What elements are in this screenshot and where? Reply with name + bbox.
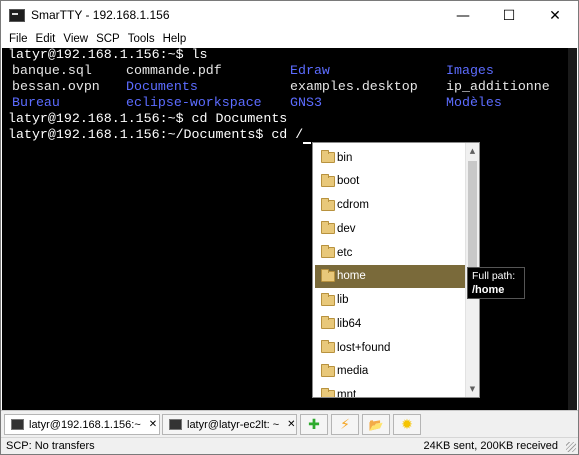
autocomplete-item-label: etc [337, 246, 353, 259]
status-bar: SCP: No transfers 24KB sent, 200KB recei… [1, 437, 578, 454]
open-folder-icon[interactable]: 📂 [362, 414, 390, 435]
autocomplete-item-label: media [337, 365, 369, 378]
autocomplete-item[interactable]: mnt [315, 384, 466, 398]
folder-icon [321, 173, 335, 187]
autocomplete-item[interactable]: lib [315, 289, 466, 312]
ls-entry: Bureau [12, 95, 60, 110]
ls-entry: Modèles [446, 95, 502, 110]
autocomplete-item-label: home [337, 270, 366, 283]
menu-view[interactable]: View [59, 33, 92, 45]
new-session-plus-icon[interactable]: ✚ [300, 414, 328, 435]
menu-help[interactable]: Help [159, 33, 191, 45]
scroll-down-arrow-icon[interactable]: ▼ [466, 382, 479, 396]
terminal-area[interactable]: latyr@192.168.1.156:~$ ls banque.sql comm… [2, 48, 577, 410]
autocomplete-item[interactable]: boot [315, 170, 466, 193]
folder-icon [321, 387, 335, 397]
ls-entry: GNS3 [290, 95, 322, 110]
ls-entry: examples.desktop [290, 79, 418, 94]
terminal-line-ls: latyr@192.168.1.156:~$ ls [8, 48, 208, 62]
window-title: SmarTTY - 192.168.1.156 [31, 8, 170, 22]
tab-close-icon[interactable]: ✕ [149, 419, 157, 430]
autocomplete-popup: bin boot cdrom dev etc home lib lib64 lost+found… [312, 142, 480, 398]
folder-icon [321, 197, 335, 211]
folder-icon [321, 292, 335, 306]
lightning-icon[interactable]: ⚡ [331, 414, 359, 435]
tab-label: latyr@latyr-ec2lt: ~ [187, 418, 280, 431]
maximize-button[interactable]: ☐ [486, 1, 532, 30]
autocomplete-item-label: dev [337, 222, 356, 235]
autocomplete-item[interactable]: lib64 [315, 312, 466, 335]
transfer-stats: 24KB sent, 200KB received [423, 440, 558, 452]
autocomplete-item-label: mnt [337, 389, 357, 398]
autocomplete-list: bin boot cdrom dev etc home lib lib64 lost+found… [313, 143, 466, 397]
ls-entry: commande.pdf [126, 63, 222, 78]
resize-grip-icon[interactable] [566, 442, 576, 452]
tooltip-label: Full path: [472, 270, 516, 282]
folder-icon [321, 363, 335, 377]
menu-file[interactable]: File [5, 33, 32, 45]
autocomplete-item-label: bin [337, 151, 353, 164]
folder-icon [321, 340, 335, 353]
tab-label: latyr@192.168.1.156:~ [29, 418, 141, 431]
tab-session-latyr-ec2lt[interactable]: latyr@latyr-ec2lt: ~ ✕ [162, 414, 297, 435]
settings-gear-icon[interactable]: ✹ [393, 414, 421, 435]
ls-entry: eclipse-workspace [126, 95, 262, 110]
folder-icon [321, 245, 335, 258]
folder-icon [321, 150, 335, 163]
ls-entry: banque.sql [12, 63, 92, 78]
scroll-up-arrow-icon[interactable]: ▲ [466, 144, 479, 158]
folder-icon [321, 268, 335, 282]
tab-session-192-168-1-156[interactable]: latyr@192.168.1.156:~ ✕ [4, 414, 160, 435]
ls-entry: bessan.ovpn [12, 79, 100, 94]
session-tab-bar: latyr@192.168.1.156:~ ✕ latyr@latyr-ec2l… [1, 410, 578, 437]
autocomplete-item[interactable]: media [315, 360, 466, 383]
terminal-icon [169, 419, 182, 430]
minimize-button[interactable]: — [440, 1, 486, 30]
ls-entry: ip_additionne [446, 79, 550, 94]
menu-tools[interactable]: Tools [124, 33, 159, 45]
autocomplete-item[interactable]: cdrom [315, 194, 466, 217]
autocomplete-item-label: boot [337, 175, 360, 188]
tab-close-icon[interactable]: ✕ [287, 419, 295, 430]
smartty-window: SmarTTY - 192.168.1.156 — ☐ ✕ File Edit … [0, 0, 579, 455]
terminal-line-cd-documents: latyr@192.168.1.156:~$ cd Documents [8, 111, 288, 126]
ls-entry: Images [446, 63, 494, 78]
text-cursor [303, 142, 311, 144]
terminal-app-icon [9, 9, 25, 22]
terminal-line-current-prompt: latyr@192.168.1.156:~/Documents$ cd / [8, 127, 304, 142]
terminal-scrollbar[interactable] [568, 48, 577, 410]
title-bar[interactable]: SmarTTY - 192.168.1.156 — ☐ ✕ [1, 1, 578, 30]
terminal-icon [11, 419, 24, 430]
autocomplete-item[interactable]: etc [315, 241, 466, 264]
ls-entry: Documents [126, 79, 198, 94]
autocomplete-item-label: lib64 [337, 317, 362, 330]
autocomplete-item[interactable]: dev [315, 217, 466, 240]
scp-status: SCP: No transfers [6, 440, 95, 452]
menu-bar: File Edit View SCP Tools Help [1, 30, 578, 48]
autocomplete-item[interactable]: lost+found [315, 336, 466, 359]
tooltip-path: /home [472, 284, 505, 296]
folder-icon [321, 221, 335, 235]
autocomplete-item-label: cdrom [337, 199, 369, 211]
folder-icon [321, 316, 335, 330]
autocomplete-item[interactable]: bin [315, 146, 466, 169]
autocomplete-item[interactable]: home [315, 264, 466, 288]
menu-scp[interactable]: SCP [92, 33, 124, 45]
ls-entry: Edraw [290, 63, 330, 78]
menu-edit[interactable]: Edit [32, 33, 60, 45]
full-path-tooltip: Full path: /home [467, 267, 525, 299]
autocomplete-item-label: lost+found [337, 341, 391, 354]
autocomplete-item-label: lib [337, 294, 349, 306]
close-button[interactable]: ✕ [532, 1, 578, 30]
